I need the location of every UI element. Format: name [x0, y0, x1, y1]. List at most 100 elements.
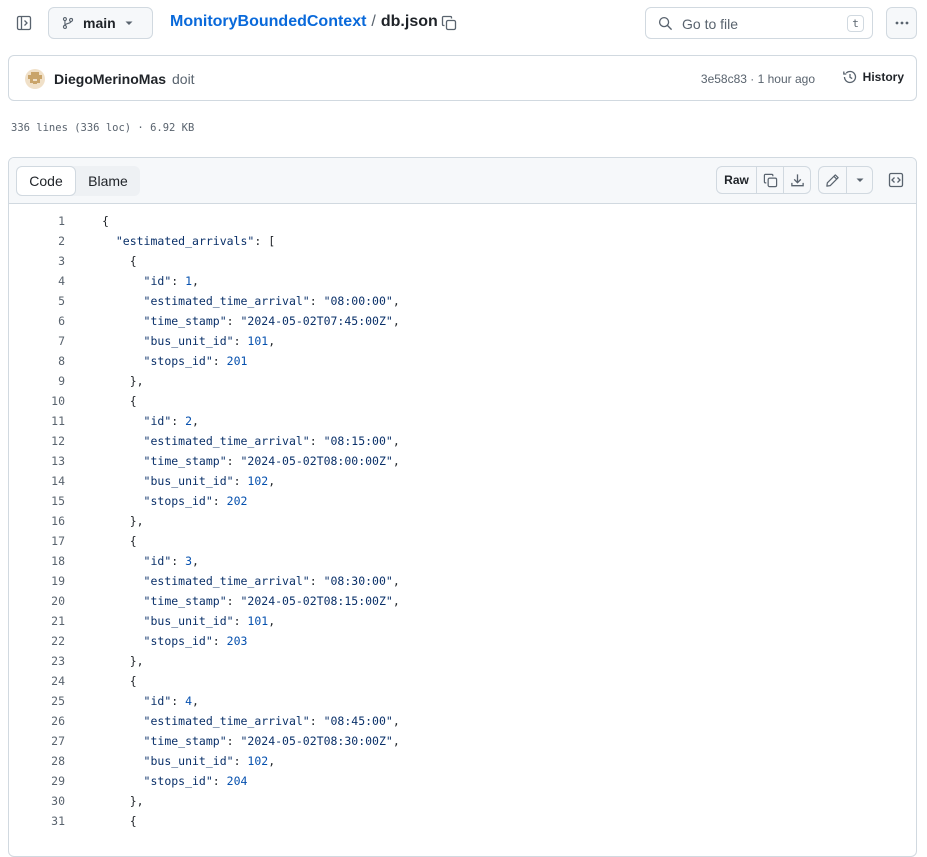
line-number[interactable]: 15 — [9, 491, 65, 511]
line-number[interactable]: 11 — [9, 411, 65, 431]
line-content: { — [102, 254, 137, 268]
line-number[interactable]: 26 — [9, 711, 65, 731]
line-number[interactable]: 13 — [9, 451, 65, 471]
line-number[interactable]: 20 — [9, 591, 65, 611]
symbols-panel-button[interactable] — [884, 168, 908, 192]
line-number[interactable]: 18 — [9, 551, 65, 571]
code-line: 6 "time_stamp": "2024-05-02T07:45:00Z", — [9, 311, 916, 331]
line-number[interactable]: 1 — [9, 211, 65, 231]
history-label: History — [862, 70, 904, 84]
code-line: 22 "stops_id": 203 — [9, 631, 916, 651]
latest-commit-bar: DiegoMerinoMas doit 3e58c83 · 1 hour ago… — [8, 55, 917, 101]
copy-path-button[interactable] — [437, 12, 461, 34]
code-line: 19 "estimated_time_arrival": "08:30:00", — [9, 571, 916, 591]
line-content: "time_stamp": "2024-05-02T08:00:00Z", — [143, 454, 400, 468]
code-line: 13 "time_stamp": "2024-05-02T08:00:00Z", — [9, 451, 916, 471]
code-line: 27 "time_stamp": "2024-05-02T08:30:00Z", — [9, 731, 916, 751]
line-number[interactable]: 29 — [9, 771, 65, 791]
commit-hash-and-time[interactable]: 3e58c83 · 1 hour ago — [701, 72, 815, 86]
line-content: "stops_id": 202 — [143, 494, 248, 508]
code-line: 9 }, — [9, 371, 916, 391]
breadcrumb-repo-link[interactable]: MonitoryBoundedContext — [170, 13, 366, 31]
line-content: "time_stamp": "2024-05-02T07:45:00Z", — [143, 314, 400, 328]
commit-message-link[interactable]: doit — [172, 71, 195, 87]
line-content: }, — [102, 514, 144, 528]
code-line: 2 "estimated_arrivals": [ — [9, 231, 916, 251]
line-number[interactable]: 22 — [9, 631, 65, 651]
search-icon — [658, 16, 673, 31]
edit-file-button[interactable] — [819, 167, 847, 193]
expand-sidebar-button[interactable] — [8, 8, 40, 38]
line-content: "stops_id": 203 — [143, 634, 248, 648]
line-number[interactable]: 8 — [9, 351, 65, 371]
code-line: 31 { — [9, 811, 916, 831]
code-line: 3 { — [9, 251, 916, 271]
branch-name: main — [83, 15, 116, 31]
go-to-file-input[interactable]: Go to file t — [645, 7, 873, 39]
line-number[interactable]: 6 — [9, 311, 65, 331]
copy-icon — [441, 15, 457, 31]
line-number[interactable]: 2 — [9, 231, 65, 251]
branch-selector-button[interactable]: main — [48, 7, 153, 39]
line-content: { — [102, 674, 137, 688]
line-number[interactable]: 9 — [9, 371, 65, 391]
line-number[interactable]: 24 — [9, 671, 65, 691]
line-number[interactable]: 14 — [9, 471, 65, 491]
line-content: "id": 1, — [143, 274, 199, 288]
line-content: }, — [102, 654, 144, 668]
line-content: "id": 3, — [143, 554, 199, 568]
breadcrumb-file-name: db.json — [380, 13, 438, 30]
code-line: 21 "bus_unit_id": 101, — [9, 611, 916, 631]
download-raw-button[interactable] — [784, 167, 810, 193]
line-number[interactable]: 30 — [9, 791, 65, 811]
line-number[interactable]: 25 — [9, 691, 65, 711]
identicon-icon — [28, 72, 42, 84]
line-number[interactable]: 27 — [9, 731, 65, 751]
line-content: "bus_unit_id": 102, — [143, 754, 276, 768]
code-line: 5 "estimated_time_arrival": "08:00:00", — [9, 291, 916, 311]
more-options-button[interactable] — [886, 7, 917, 39]
code-line: 17 { — [9, 531, 916, 551]
line-number[interactable]: 12 — [9, 431, 65, 451]
line-content: }, — [102, 374, 144, 388]
line-number[interactable]: 3 — [9, 251, 65, 271]
line-number[interactable]: 17 — [9, 531, 65, 551]
line-number[interactable]: 10 — [9, 391, 65, 411]
download-icon — [790, 173, 804, 186]
file-header: Code Blame Raw — [9, 158, 916, 204]
line-number[interactable]: 16 — [9, 511, 65, 531]
commit-author-link[interactable]: DiegoMerinoMas — [54, 71, 166, 87]
line-number[interactable]: 31 — [9, 811, 65, 831]
line-number[interactable]: 21 — [9, 611, 65, 631]
code-line: 26 "estimated_time_arrival": "08:45:00", — [9, 711, 916, 731]
line-content: "estimated_time_arrival": "08:45:00", — [143, 714, 400, 728]
code-line: 14 "bus_unit_id": 102, — [9, 471, 916, 491]
avatar[interactable] — [25, 69, 45, 89]
raw-button[interactable]: Raw — [717, 167, 757, 193]
git-branch-icon — [62, 17, 74, 29]
raw-actions-group: Raw — [716, 166, 811, 194]
code-line: 11 "id": 2, — [9, 411, 916, 431]
edit-options-dropdown[interactable] — [847, 167, 872, 193]
line-number[interactable]: 5 — [9, 291, 65, 311]
code-line: 24 { — [9, 671, 916, 691]
code-line: 7 "bus_unit_id": 101, — [9, 331, 916, 351]
line-content: "estimated_time_arrival": "08:30:00", — [143, 574, 400, 588]
line-number[interactable]: 23 — [9, 651, 65, 671]
tab-code[interactable]: Code — [16, 166, 76, 196]
line-content: "time_stamp": "2024-05-02T08:15:00Z", — [143, 594, 400, 608]
line-number[interactable]: 28 — [9, 751, 65, 771]
line-content: "estimated_arrivals": [ — [115, 234, 276, 248]
line-content: { — [102, 814, 137, 828]
line-number[interactable]: 7 — [9, 331, 65, 351]
history-button[interactable]: History — [842, 69, 904, 85]
line-content: "time_stamp": "2024-05-02T08:30:00Z", — [143, 734, 400, 748]
line-number[interactable]: 4 — [9, 271, 65, 291]
line-number[interactable]: 19 — [9, 571, 65, 591]
code-line: 20 "time_stamp": "2024-05-02T08:15:00Z", — [9, 591, 916, 611]
copy-raw-button[interactable] — [757, 167, 784, 193]
breadcrumb: MonitoryBoundedContext / db.json — [170, 13, 438, 31]
tab-blame[interactable]: Blame — [76, 166, 140, 196]
sidebar-expand-icon — [16, 15, 32, 31]
line-content: "stops_id": 204 — [143, 774, 248, 788]
